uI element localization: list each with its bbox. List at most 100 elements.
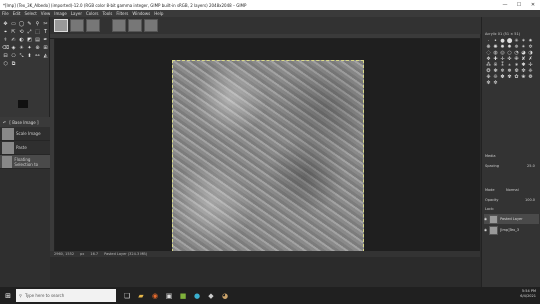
tool-button-icon[interactable]: ⚕ [2,36,9,43]
tool-button-icon[interactable]: ⬍ [26,52,33,59]
tool-button-icon[interactable]: ▤ [34,36,41,43]
image-canvas[interactable] [172,60,364,252]
tool-button-icon[interactable]: ✍ [10,36,17,43]
brush-preset-icon[interactable]: ✿ [513,74,520,80]
tool-button-icon[interactable]: ▭ [10,20,17,27]
maximize-button[interactable]: ☐ [512,0,526,10]
file-explorer-icon[interactable]: ▰ [134,289,148,303]
tool-button-icon[interactable]: ⊟ [2,52,9,59]
undo-history-item[interactable]: Scale Image [0,127,50,141]
opacity-value[interactable]: 100.0 [525,198,535,202]
menu-file[interactable]: File [2,11,9,16]
brush-preset-icon[interactable]: ❀ [520,74,527,80]
undo-history-item[interactable]: Paste [0,141,50,155]
layer-row[interactable]: ◉ Pasted Layer [484,214,539,224]
eye-icon[interactable]: ◉ [484,217,487,221]
tool-button-icon[interactable]: ◐ [18,36,25,43]
mode-select[interactable]: Normal [506,188,519,192]
image-tab-thumbnail[interactable] [86,19,100,32]
zoom-selector[interactable]: 16.7 [90,252,98,256]
windows-start-icon[interactable]: ⊞ [0,287,16,304]
status-bar: 2960, 1552 px 16.7 Pasted Layer (324.3 M… [50,251,480,257]
menu-filters[interactable]: Filters [116,11,128,16]
foreground-color-swatch[interactable] [18,100,28,108]
undo-history-item[interactable]: Floating Selection to [0,155,50,169]
undo-base-label: [ Base Image ] [9,119,39,125]
mode-label: Mode [485,188,495,192]
tool-button-icon[interactable]: ◈ [10,44,17,51]
tool-button-icon[interactable]: ⌫ [2,44,9,51]
undo-history-panel: ↶ [ Base Image ] Scale Image Paste Float… [0,117,50,287]
tool-button-icon[interactable]: ⤢ [26,28,33,35]
window-title: *[Imp] (Tex_3K_Albedo] (imported)-12.0 (… [3,2,247,8]
search-placeholder: Type here to search [24,293,65,298]
layer-row[interactable]: ◉ [Imp]Tex_3 [484,225,539,235]
tool-button-icon[interactable]: ⚲ [34,20,41,27]
search-icon: ⚲ [19,293,22,298]
brush-name: Acrylic 01 (51 × 51) [485,32,521,36]
system-clock[interactable]: 5:54 PM 6/4/2021 [520,289,536,299]
menu-view[interactable]: View [41,11,51,16]
menu-edit[interactable]: Edit [13,11,21,16]
eye-icon[interactable]: ◉ [484,228,487,232]
brush-preset-icon[interactable]: ✼ [492,80,499,86]
image-thumbnail-icon [2,155,13,168]
tool-button-icon[interactable]: ⌖ [2,28,9,35]
menu-windows[interactable]: Windows [132,11,150,16]
brush-preset-icon[interactable]: ❁ [527,74,534,80]
taskbar-search-box[interactable]: ⚲ Type here to search [16,289,116,302]
close-button[interactable]: ✕ [526,0,540,10]
layer-name: [Imp]Tex_3 [500,228,520,232]
menu-image[interactable]: Image [54,11,67,16]
image-tab-thumbnail[interactable] [54,19,68,32]
tool-button-icon[interactable]: T [42,28,49,35]
opacity-label: Opacity [485,198,499,202]
tool-button-icon[interactable]: ⊞ [42,44,49,51]
unit-selector[interactable]: px [80,252,84,256]
tool-button-icon[interactable]: ✂ [42,20,49,27]
app-icon[interactable]: ◆ [204,289,218,303]
task-view-icon[interactable]: ❏ [120,289,134,303]
undo-arrow-icon: ↶ [3,119,7,125]
tool-button-icon[interactable]: ⊕ [34,44,41,51]
firefox-icon[interactable]: ◉ [148,289,162,303]
tool-button-icon[interactable]: ⤡ [18,52,25,59]
brush-preset-icon[interactable]: ✻ [485,80,492,86]
spacing-value[interactable]: 25.0 [527,164,535,168]
tool-button-icon[interactable]: ✦ [26,44,33,51]
tool-button-icon[interactable]: ⎔ [10,52,17,59]
gimp-icon[interactable]: ◕ [218,289,232,303]
menu-colors[interactable]: Colors [86,11,99,16]
tool-button-icon[interactable]: ⬡ [2,60,9,67]
brush-preset-icon[interactable]: ✽ [499,74,506,80]
tool-button-icon[interactable]: ✎ [26,20,33,27]
menu-tools[interactable]: Tools [103,11,113,16]
app-icon[interactable]: ■ [176,289,190,303]
tool-button-icon[interactable]: ⇱ [10,28,17,35]
image-tab-thumbnail[interactable] [144,19,158,32]
tool-button-icon[interactable]: ⧉ [10,60,17,67]
brush-preset-icon[interactable]: ✾ [506,74,513,80]
menu-layer[interactable]: Layer [71,11,82,16]
image-tab-thumbnail[interactable] [128,19,142,32]
clock-date: 6/4/2021 [520,294,536,298]
tool-button-icon[interactable]: ⚯ [34,52,41,59]
tool-button-icon[interactable]: ⟲ [18,28,25,35]
app-icon[interactable]: ▣ [162,289,176,303]
spacing-label: Spacing [485,164,499,168]
image-tab-thumbnail[interactable] [112,19,126,32]
tool-button-icon[interactable]: ⬚ [34,28,41,35]
minimize-button[interactable]: — [498,0,512,10]
tool-button-icon[interactable]: ◯ [18,20,25,27]
tool-button-icon[interactable]: ☀ [18,44,25,51]
menu-help[interactable]: Help [154,11,163,16]
layer-thumbnail [489,225,499,235]
app-icon[interactable]: ● [190,289,204,303]
tool-button-icon[interactable]: ◩ [26,36,33,43]
tool-button-icon[interactable]: ✒ [42,36,49,43]
tool-button-icon[interactable]: ◭ [42,52,49,59]
image-tab-thumbnail[interactable] [70,19,84,32]
menu-select[interactable]: Select [24,11,36,16]
tool-button-icon[interactable]: ✥ [2,20,9,27]
undo-history-base[interactable]: ↶ [ Base Image ] [0,117,50,127]
